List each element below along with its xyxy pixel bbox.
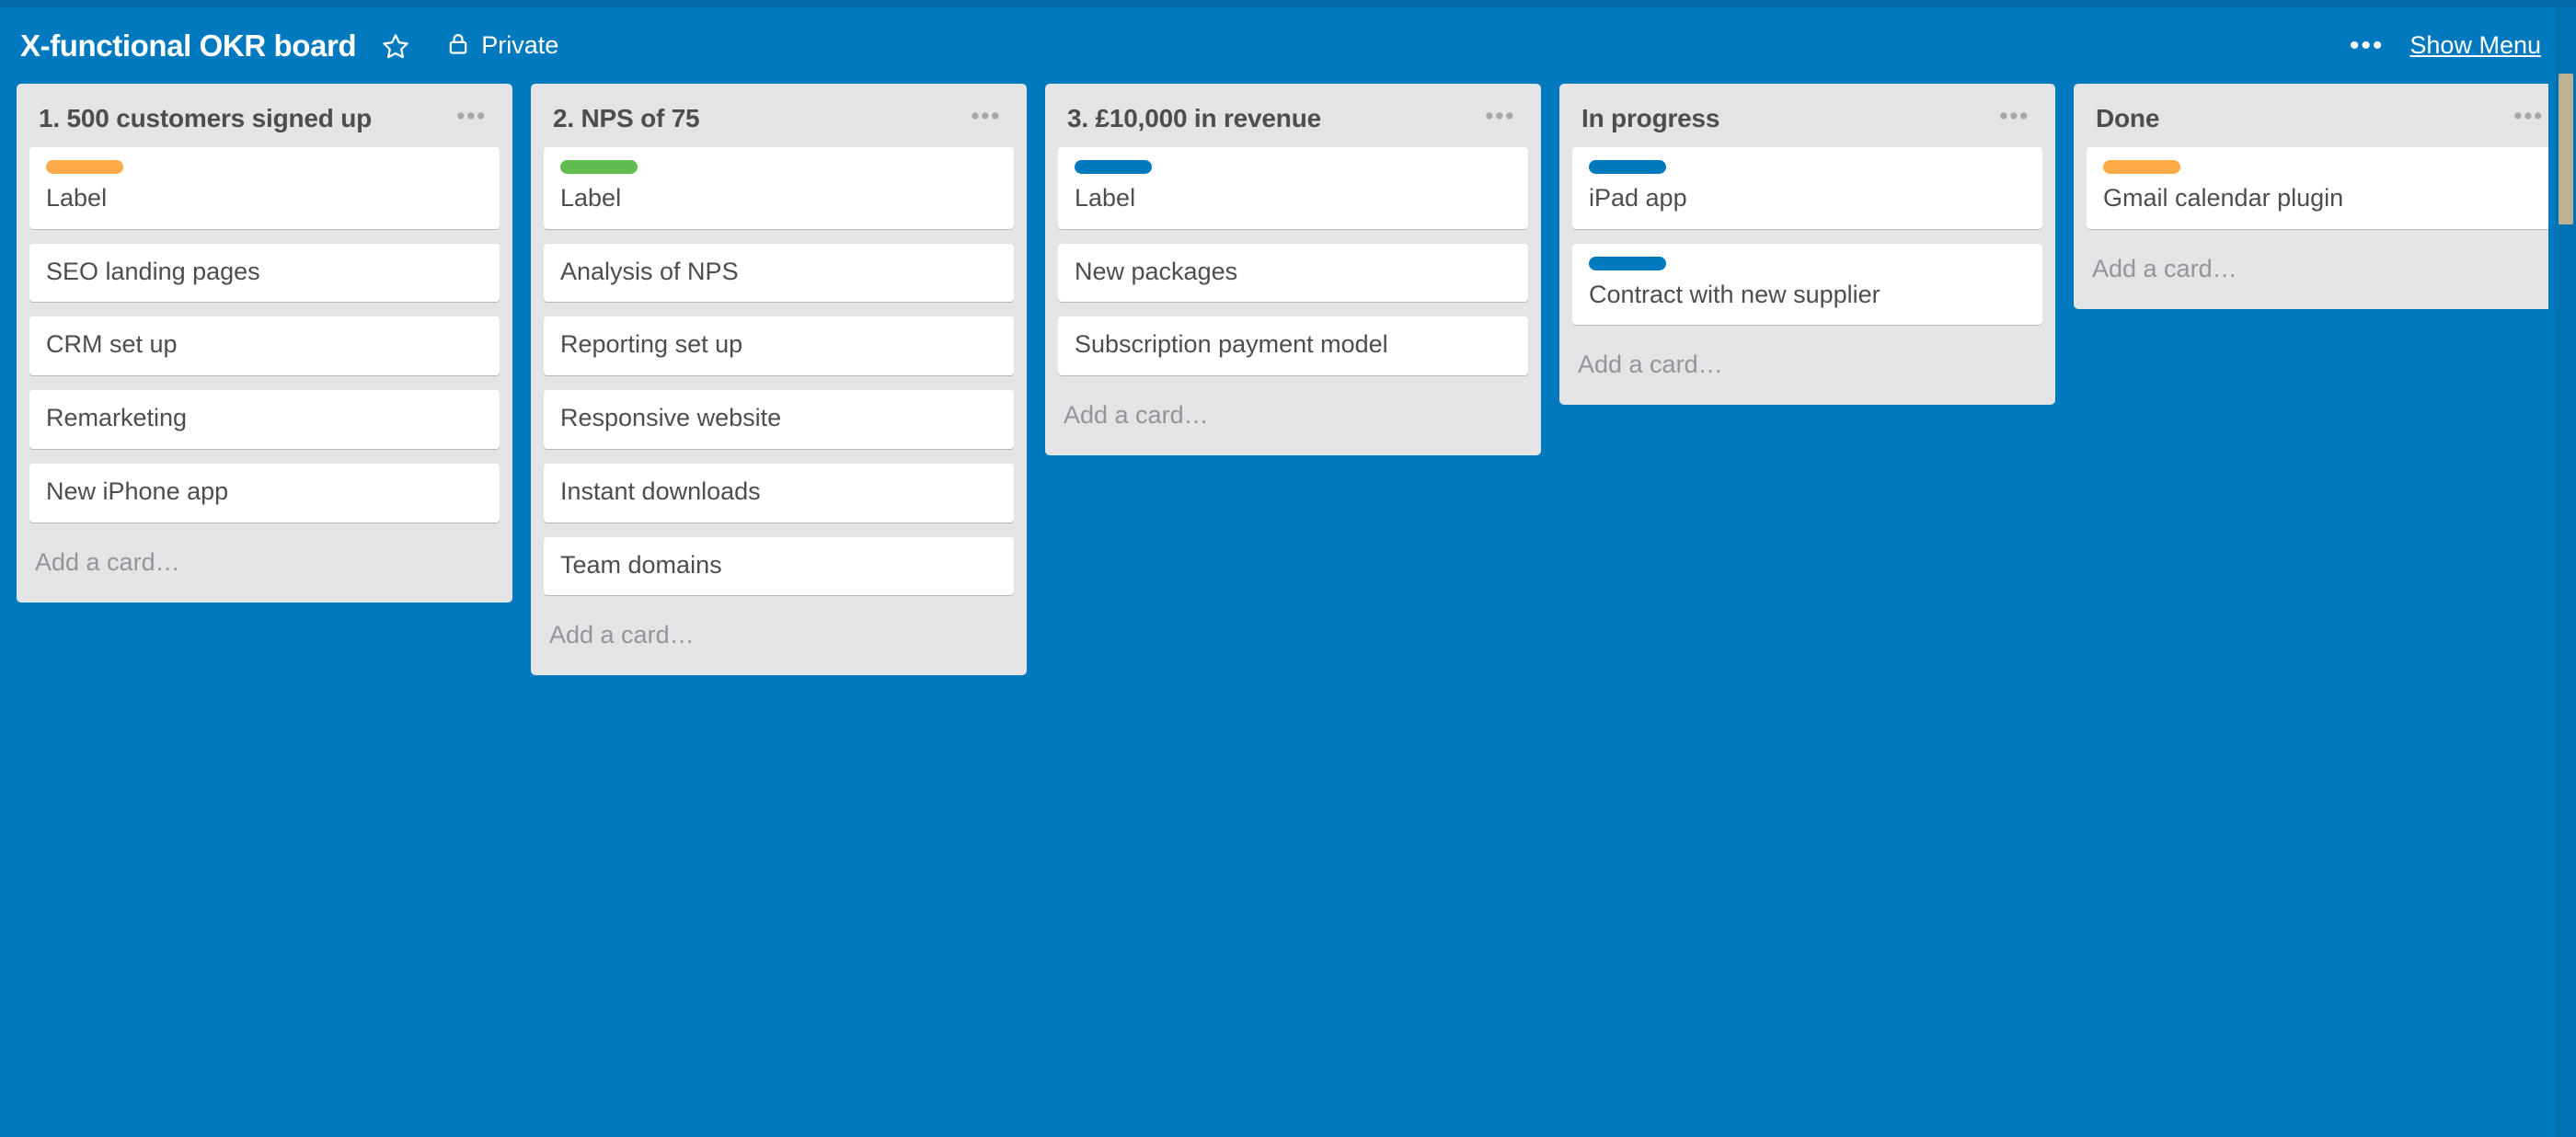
board-card[interactable]: Responsive website [544, 390, 1014, 449]
board-card[interactable]: Contract with new supplier [1572, 243, 2042, 326]
board-card[interactable]: Remarketing [29, 390, 500, 449]
list-title[interactable]: 1. 500 customers signed up [39, 104, 451, 133]
list-header: 1. 500 customers signed up ••• [17, 84, 512, 147]
board-card[interactable]: Team domains [544, 536, 1014, 596]
board-card[interactable]: Reporting set up [544, 316, 1014, 376]
list-menu-icon[interactable]: ••• [2508, 104, 2549, 134]
card-title: Analysis of NPS [560, 257, 739, 285]
list-title[interactable]: 2. NPS of 75 [553, 104, 965, 133]
list-title[interactable]: Done [2096, 104, 2508, 133]
list-menu-icon[interactable]: ••• [1479, 104, 1521, 134]
card-title: Reporting set up [560, 330, 743, 359]
card-label-group [46, 159, 483, 174]
card-title: Contract with new supplier [1589, 280, 1880, 308]
card-title: SEO landing pages [46, 257, 260, 285]
lists-container: 1. 500 customers signed up ••• Label SEO la… [0, 84, 2576, 676]
card-title: Subscription payment model [1075, 330, 1388, 359]
board-list: 1. 500 customers signed up ••• Label SEO la… [17, 84, 512, 603]
board-visibility-button[interactable]: Private [433, 21, 571, 71]
card-label-group [1589, 159, 2026, 174]
card-title: Responsive website [560, 404, 782, 432]
vertical-scrollbar[interactable] [2556, 7, 2576, 1137]
board-overflow-menu-icon[interactable]: ••• [2335, 25, 2399, 67]
card-label-group [1589, 256, 2026, 270]
list-title[interactable]: 3. £10,000 in revenue [1067, 104, 1479, 133]
board-card[interactable]: iPad app [1572, 146, 2042, 229]
board-list: Done ••• Gmail calendar plugin Add a card… [2074, 84, 2570, 309]
board-card[interactable]: CRM set up [29, 316, 500, 376]
board-card[interactable]: New packages [1058, 243, 1528, 303]
board-card[interactable]: SEO landing pages [29, 243, 500, 303]
board-canvas: 1. 500 customers signed up ••• Label SEO la… [0, 84, 2576, 1137]
list-header: 3. £10,000 in revenue ••• [1045, 84, 1541, 147]
card-label-swatch[interactable] [560, 159, 638, 174]
card-title: New packages [1075, 257, 1238, 285]
board-card[interactable]: Gmail calendar plugin [2087, 146, 2557, 229]
board-card[interactable]: Subscription payment model [1058, 316, 1528, 376]
card-title: Remarketing [46, 404, 188, 432]
card-title: Label [560, 183, 622, 212]
list-menu-icon[interactable]: ••• [965, 104, 1006, 134]
board-card[interactable]: Label [1058, 146, 1528, 229]
list-cards: Label New packages Subscription payment mo… [1045, 146, 1541, 376]
card-label-swatch[interactable] [1589, 256, 1666, 270]
card-title: Label [1075, 183, 1136, 212]
board-card[interactable]: Label [29, 146, 500, 229]
board-card[interactable]: New iPhone app [29, 463, 500, 523]
card-title: New iPhone app [46, 477, 229, 505]
card-title: CRM set up [46, 330, 178, 359]
list-menu-icon[interactable]: ••• [451, 104, 492, 134]
star-button[interactable] [371, 21, 420, 71]
board-header-right-group: ••• Show Menu [2335, 24, 2552, 67]
card-label-swatch[interactable] [46, 159, 123, 174]
card-label-group [560, 159, 997, 174]
vertical-scrollbar-thumb[interactable] [2559, 74, 2573, 224]
show-menu-link[interactable]: Show Menu [2398, 24, 2552, 67]
board-card[interactable]: Label [544, 146, 1014, 229]
card-title: Team domains [560, 550, 722, 579]
add-card-button[interactable]: Add a card… [2074, 244, 2570, 309]
list-cards: Gmail calendar plugin [2074, 146, 2570, 229]
card-label-swatch[interactable] [2103, 159, 2180, 174]
card-label-swatch[interactable] [1075, 159, 1152, 174]
list-cards: iPad app Contract with new supplier [1559, 146, 2055, 326]
list-header: In progress ••• [1559, 84, 2055, 147]
board-list: In progress ••• iPad app Contract with new … [1559, 84, 2055, 406]
list-header: 2. NPS of 75 ••• [531, 84, 1027, 147]
lock-closed-icon [446, 30, 470, 61]
card-label-group [1075, 159, 1512, 174]
card-title: Instant downloads [560, 477, 761, 505]
board-list: 2. NPS of 75 ••• Label Analysis of NPS Repor… [531, 84, 1027, 676]
list-cards: Label Analysis of NPS Reporting set up Resp… [531, 146, 1027, 596]
list-cards: Label SEO landing pages CRM set up Remarket… [17, 146, 512, 523]
add-card-button[interactable]: Add a card… [17, 537, 512, 603]
board-visibility-label: Private [481, 31, 559, 59]
star-outline-icon [382, 32, 409, 60]
top-accent-strip [0, 0, 2576, 7]
list-header: Done ••• [2074, 84, 2570, 147]
card-title: Gmail calendar plugin [2103, 183, 2344, 212]
add-card-button[interactable]: Add a card… [1045, 390, 1541, 455]
board-card[interactable]: Analysis of NPS [544, 243, 1014, 303]
list-title[interactable]: In progress [1581, 104, 1994, 133]
board-title: X-functional OKR board [20, 28, 357, 63]
board-list: 3. £10,000 in revenue ••• Label New package… [1045, 84, 1541, 456]
board-header: X-functional OKR board Private ••• Show … [0, 7, 2576, 84]
card-label-group [2103, 159, 2540, 174]
add-card-button[interactable]: Add a card… [531, 610, 1027, 675]
canvas-right-edge [2548, 7, 2556, 1137]
card-title: Label [46, 183, 108, 212]
list-menu-icon[interactable]: ••• [1994, 104, 2035, 134]
add-card-button[interactable]: Add a card… [1559, 339, 2055, 405]
board-card[interactable]: Instant downloads [544, 463, 1014, 523]
card-label-swatch[interactable] [1589, 159, 1666, 174]
card-title: iPad app [1589, 183, 1687, 212]
